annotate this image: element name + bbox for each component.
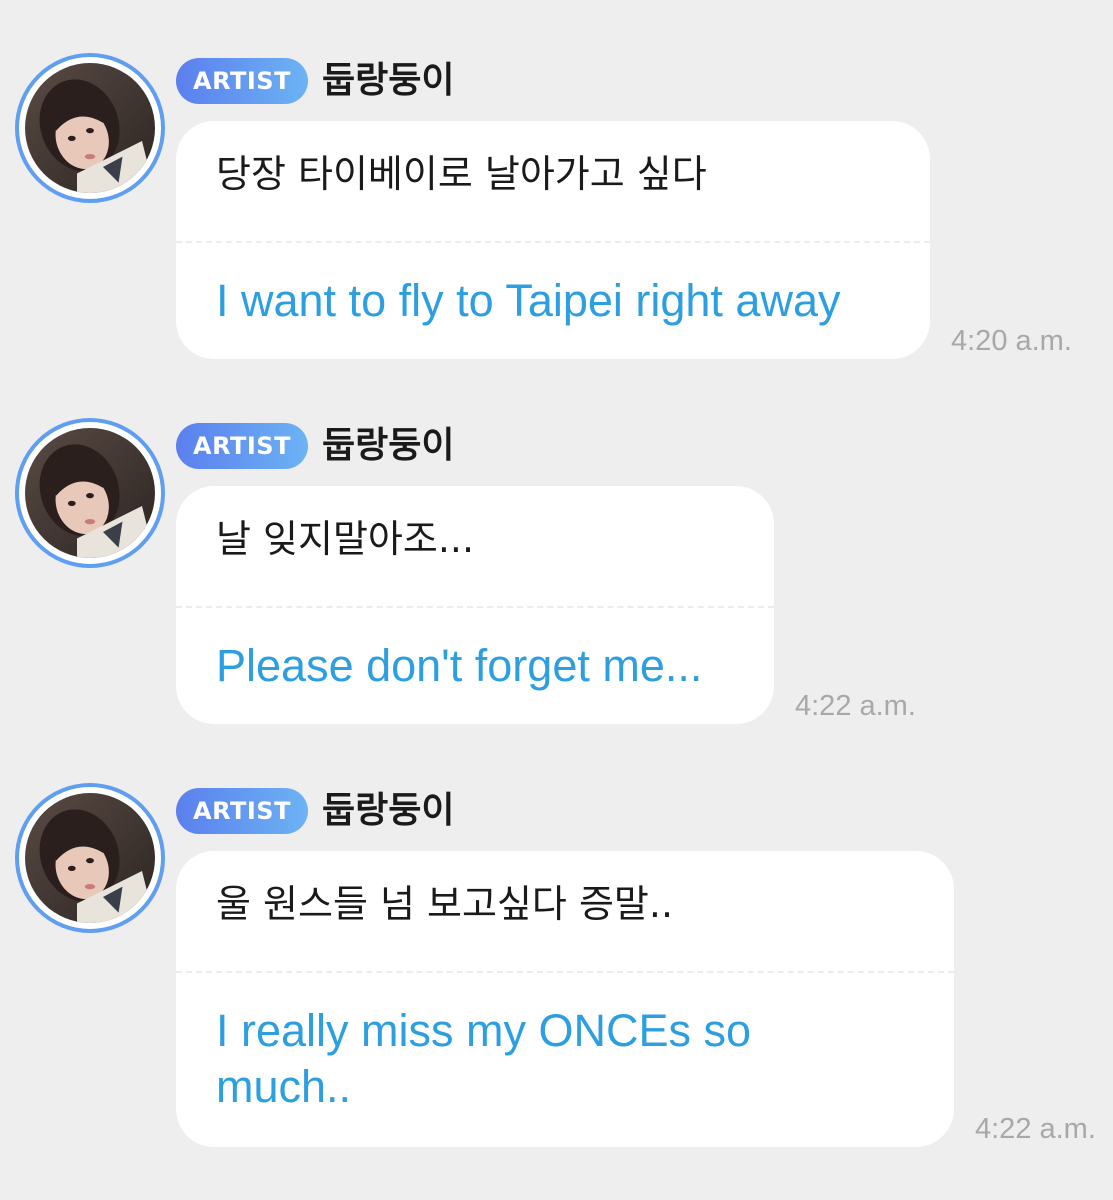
author-name[interactable]: 둡랑둥이 (322, 53, 454, 109)
original-text: 당장 타이베이로 날아가고 싶다 (216, 152, 707, 196)
artist-badge: ARTIST (176, 423, 308, 469)
chat-message: ARTIST 둡랑둥이 날 잊지말아조... Please don't forg… (0, 418, 1113, 738)
translated-text: I want to fly to Taipei right away (216, 275, 841, 326)
chat-message: ARTIST 둡랑둥이 울 원스들 넘 보고싶다 증말.. I really m… (0, 783, 1113, 1183)
artist-avatar[interactable] (15, 783, 165, 933)
author-name[interactable]: 둡랑둥이 (322, 783, 454, 839)
artist-badge: ARTIST (176, 788, 308, 834)
message-timestamp: 4:22 a.m. (795, 690, 916, 722)
original-text: 날 잊지말아조... (216, 517, 475, 561)
author-name[interactable]: 둡랑둥이 (322, 418, 454, 474)
avatar-photo-icon (25, 63, 155, 193)
translated-text: Please don't forget me... (216, 640, 703, 691)
message-bubble[interactable]: 날 잊지말아조... Please don't forget me... (176, 486, 774, 724)
message-bubble[interactable]: 울 원스들 넘 보고싶다 증말.. I really miss my ONCEs… (176, 851, 954, 1147)
message-timestamp: 4:20 a.m. (951, 325, 1072, 357)
message-bubble[interactable]: 당장 타이베이로 날아가고 싶다 I want to fly to Taipei… (176, 121, 930, 359)
message-timestamp: 4:22 a.m. (975, 1113, 1096, 1145)
artist-badge: ARTIST (176, 58, 308, 104)
original-text: 울 원스들 넘 보고싶다 증말.. (216, 882, 674, 926)
translated-text: I really miss my ONCEs so much.. (216, 1005, 752, 1112)
avatar-photo-icon (25, 793, 155, 923)
chat-message: ARTIST 둡랑둥이 당장 타이베이로 날아가고 싶다 I want to f… (0, 53, 1113, 373)
avatar-photo-icon (25, 428, 155, 558)
artist-avatar[interactable] (15, 53, 165, 203)
artist-avatar[interactable] (15, 418, 165, 568)
